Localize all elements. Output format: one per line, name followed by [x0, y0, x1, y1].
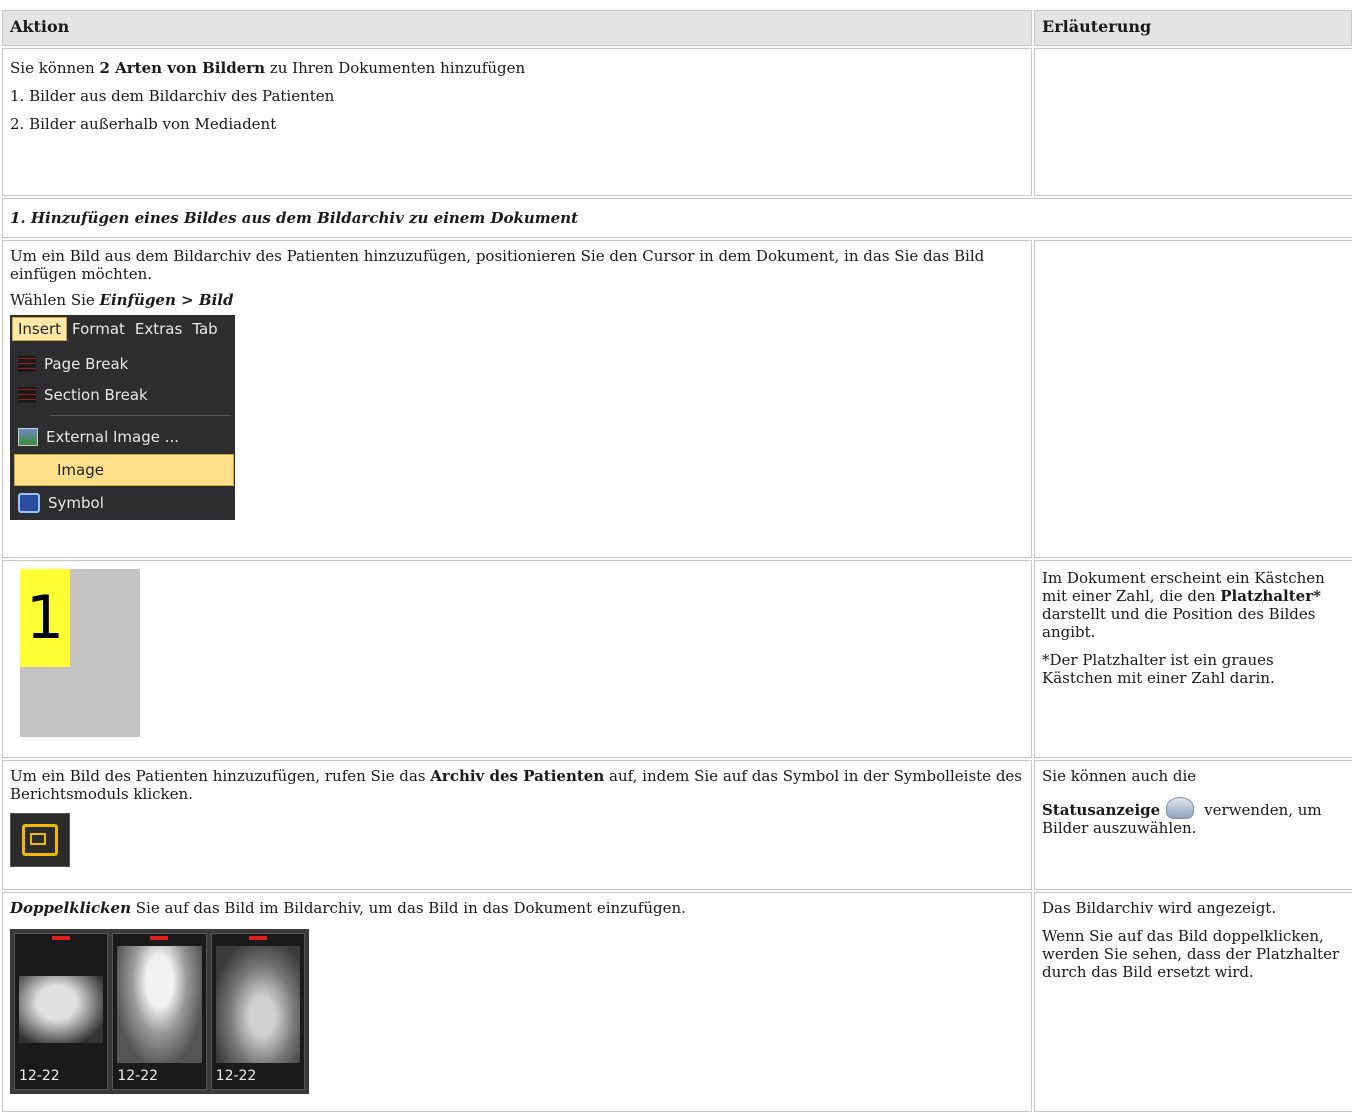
intro-item-2: 2. Bilder außerhalb von Mediadent	[10, 115, 277, 133]
thumbnail-label: 12-22	[19, 1068, 60, 1084]
row-archive-explanation: Sie können auch die Statusanzeige verwend…	[1034, 760, 1352, 890]
image-archive-thumbnails: 12-22 12-22 12-22	[10, 929, 309, 1094]
intro-text: Sie können 2 Arten von Bildern zu Ihren …	[10, 59, 526, 77]
menu-item-section-break[interactable]: Section Break	[14, 380, 232, 410]
section-title: 1. Hinzufügen eines Bildes aus dem Bilda…	[2, 198, 1352, 238]
insert-select: Wählen Sie Einfügen > Bild	[10, 291, 234, 309]
archive-exp-line2: Statusanzeige verwenden, um Bilder auszuw…	[1042, 797, 1345, 837]
doubleclick-text: Doppelklicken Sie auf das Bild im Bildar…	[10, 899, 686, 917]
menu-extras[interactable]: Extras	[130, 318, 187, 340]
row-archive: Um ein Bild des Patienten hinzuzufügen, …	[2, 760, 1032, 890]
menu-item-image[interactable]: Image	[14, 454, 234, 486]
menu-item-external-image[interactable]: External Image ...	[14, 422, 232, 452]
insert-menu-screenshot: Insert Format Extras Tab Page Break Sect…	[10, 315, 235, 520]
menu-bar: Insert Format Extras Tab	[10, 315, 235, 343]
doubleclick-exp1: Das Bildarchiv wird angezeigt.	[1042, 899, 1277, 917]
row-placeholder-explanation: Im Dokument erscheint ein Kästchen mit e…	[1034, 560, 1352, 758]
instruction-table: Aktion Erläuterung Sie können 2 Arten vo…	[0, 8, 1354, 1114]
header-explanation: Erläuterung	[1034, 10, 1352, 46]
row-doubleclick-explanation: Das Bildarchiv wird angezeigt. Wenn Sie …	[1034, 892, 1352, 1112]
menu-separator	[50, 415, 231, 416]
xray-thumbnail[interactable]: 12-22	[112, 933, 207, 1090]
patient-archive-button[interactable]	[10, 813, 70, 867]
archive-exp-line1: Sie können auch die	[1042, 767, 1197, 785]
placeholder-explanation: Im Dokument erscheint ein Kästchen mit e…	[1042, 569, 1325, 641]
header-action: Aktion	[2, 10, 1032, 46]
xray-thumbnail[interactable]: 12-22	[14, 933, 109, 1090]
section-break-icon	[18, 387, 36, 403]
archive-text: Um ein Bild des Patienten hinzuzufügen, …	[10, 767, 1022, 803]
xray-thumbnail[interactable]: 12-22	[210, 933, 305, 1090]
row-placeholder: 1	[2, 560, 1032, 758]
row-intro: Sie können 2 Arten von Bildern zu Ihren …	[2, 48, 1032, 196]
doubleclick-exp2: Wenn Sie auf das Bild doppelklicken, wer…	[1042, 927, 1340, 981]
row-insert-explanation	[1034, 240, 1352, 558]
thumbnail-label: 12-22	[117, 1068, 159, 1084]
menu-item-page-break[interactable]: Page Break	[14, 349, 232, 379]
archive-icon	[22, 824, 58, 856]
placeholder-number: 1	[20, 569, 70, 667]
row-insert: Um ein Bild aus dem Bildarchiv des Patie…	[2, 240, 1032, 558]
insert-text: Um ein Bild aus dem Bildarchiv des Patie…	[10, 247, 985, 283]
page-break-icon	[18, 356, 36, 372]
row-intro-explanation	[1034, 48, 1352, 196]
menu-item-symbol[interactable]: Symbol	[14, 488, 232, 518]
thumbnail-label: 12-22	[215, 1068, 257, 1084]
status-display-icon	[1166, 797, 1195, 819]
placeholder-note: *Der Platzhalter ist ein graues Kästchen…	[1042, 651, 1275, 687]
menu-insert[interactable]: Insert	[12, 317, 68, 341]
intro-item-1: 1. Bilder aus dem Bildarchiv des Patient…	[10, 87, 335, 105]
menu-format[interactable]: Format	[67, 318, 130, 340]
menu-tab[interactable]: Tab	[187, 318, 222, 340]
external-image-icon	[18, 428, 38, 446]
symbol-icon	[18, 493, 40, 513]
placeholder-box: 1	[20, 569, 140, 737]
row-doubleclick: Doppelklicken Sie auf das Bild im Bildar…	[2, 892, 1032, 1112]
